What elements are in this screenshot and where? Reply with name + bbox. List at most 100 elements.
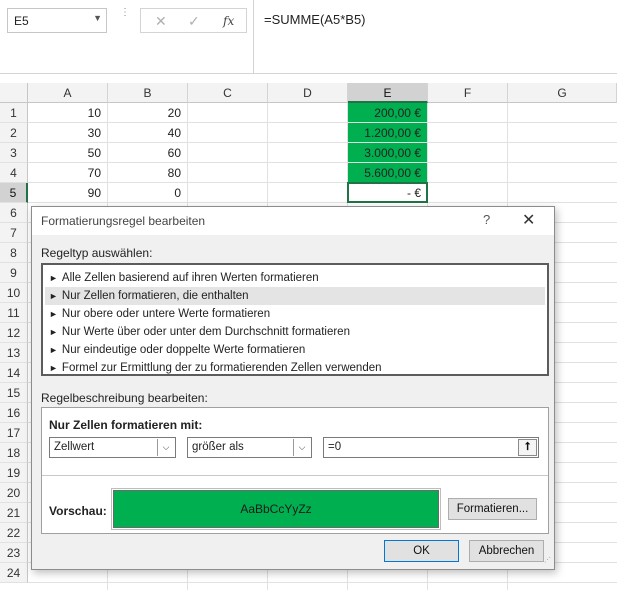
row-header-18[interactable]: 18 [0, 443, 28, 463]
divider [42, 475, 548, 476]
formula-input[interactable]: =SUMME(A5*B5) [253, 0, 617, 74]
cell-e2[interactable]: 1.200,00 € [348, 123, 427, 142]
cancel-button[interactable]: Abbrechen [469, 540, 544, 562]
row-header-11[interactable]: 11 [0, 303, 28, 323]
condition-field-select[interactable]: Zellwert ⌵ [49, 437, 176, 458]
row-header-6[interactable]: 6 [0, 203, 28, 223]
format-only-label: Nur Zellen formatieren mit: [49, 418, 203, 432]
edit-formatting-rule-dialog: Formatierungsregel bearbeiten ? ✕ Regelt… [31, 206, 555, 570]
rule-type-item[interactable]: ► Nur Werte über oder unter dem Durchschn… [45, 323, 545, 341]
row-header-17[interactable]: 17 [0, 423, 28, 443]
cell-a3[interactable]: 50 [28, 143, 107, 162]
formula-text: =SUMME(A5*B5) [264, 12, 366, 27]
rule-type-item[interactable]: ► Nur obere oder untere Werte formatieren [45, 305, 545, 323]
chevron-down-icon[interactable]: ⌵ [157, 439, 174, 456]
dialog-titlebar: Formatierungsregel bearbeiten ? ✕ [32, 207, 554, 235]
column-header-f[interactable]: F [428, 83, 508, 103]
operator-value: größer als [192, 441, 244, 453]
arrow-right-icon: ► [49, 327, 58, 337]
cell-b1[interactable]: 20 [108, 103, 187, 122]
row-header-19[interactable]: 19 [0, 463, 28, 483]
rule-description-panel: Nur Zellen formatieren mit: Zellwert ⌵ g… [41, 407, 549, 534]
cell-a4[interactable]: 70 [28, 163, 107, 182]
row-header-14[interactable]: 14 [0, 363, 28, 383]
cell-a5[interactable]: 90 [28, 183, 107, 202]
range-select-icon[interactable]: ⭡ [518, 439, 537, 456]
gridline [28, 202, 617, 203]
active-cell-border [347, 182, 428, 203]
arrow-right-icon: ► [49, 345, 58, 355]
cell-e3[interactable]: 3.000,00 € [348, 143, 427, 162]
arrow-right-icon: ► [49, 309, 58, 319]
cell-a2[interactable]: 30 [28, 123, 107, 142]
select-all-corner[interactable] [0, 83, 28, 103]
cell-b4[interactable]: 80 [108, 163, 187, 182]
cell-a1[interactable]: 10 [28, 103, 107, 122]
arrow-right-icon: ► [49, 273, 58, 283]
row-header-21[interactable]: 21 [0, 503, 28, 523]
rule-type-label: Regeltyp auswählen: [41, 246, 153, 260]
column-header-g[interactable]: G [508, 83, 617, 103]
rule-type-item[interactable]: ► Alle Zellen basierend auf ihren Werten … [45, 269, 545, 287]
row-header-1[interactable]: 1 [0, 103, 28, 123]
row-header-3[interactable]: 3 [0, 143, 28, 163]
column-header-a[interactable]: A [28, 83, 108, 103]
row-header-5[interactable]: 5 [0, 183, 28, 203]
row-header-2[interactable]: 2 [0, 123, 28, 143]
format-preview: AaBbCcYyZz [111, 488, 441, 530]
cancel-icon[interactable]: ✕ [155, 13, 167, 30]
cell-e4[interactable]: 5.600,00 € [348, 163, 427, 182]
row-header-20[interactable]: 20 [0, 483, 28, 503]
cell-b2[interactable]: 40 [108, 123, 187, 142]
row-header-8[interactable]: 8 [0, 243, 28, 263]
arrow-right-icon: ► [49, 363, 58, 373]
enter-icon[interactable]: ✓ [188, 13, 200, 30]
rule-type-item[interactable]: ► Formel zur Ermittlung der zu formatiere… [45, 359, 545, 377]
rule-type-label: Nur Werte über oder unter dem Durchschni… [61, 326, 350, 338]
rule-type-label: Nur eindeutige oder doppelte Werte forma… [61, 344, 306, 356]
column-header-d[interactable]: D [268, 83, 348, 103]
rule-type-item[interactable]: ► Nur eindeutige oder doppelte Werte form… [45, 341, 545, 359]
condition-field-value: Zellwert [54, 441, 95, 453]
operator-select[interactable]: größer als ⌵ [187, 437, 312, 458]
rule-type-label: Alle Zellen basierend auf ihren Werten f… [61, 272, 319, 284]
cell-b5[interactable]: 0 [108, 183, 187, 202]
row-header-23[interactable]: 23 [0, 543, 28, 563]
cell-e1[interactable]: 200,00 € [348, 103, 427, 122]
edit-description-label: Regelbeschreibung bearbeiten: [41, 391, 208, 405]
row-header-13[interactable]: 13 [0, 343, 28, 363]
drag-handle-icon[interactable]: ⋮ [120, 8, 130, 31]
gridline [28, 582, 617, 583]
row-header-16[interactable]: 16 [0, 403, 28, 423]
name-box[interactable]: E5 ▼ [7, 8, 107, 33]
chevron-down-icon[interactable]: ▼ [93, 13, 102, 23]
format-button[interactable]: Formatieren... [448, 498, 537, 520]
row-header-24[interactable]: 24 [0, 563, 28, 583]
row-header-7[interactable]: 7 [0, 223, 28, 243]
cell-b3[interactable]: 60 [108, 143, 187, 162]
rule-type-label: Formel zur Ermittlung der zu formatieren… [61, 362, 382, 374]
preview-label: Vorschau: [49, 504, 107, 518]
row-header-12[interactable]: 12 [0, 323, 28, 343]
chevron-down-icon[interactable]: ⌵ [293, 439, 310, 456]
formula-bar: E5 ▼ ⋮ ✕ ✓ fx =SUMME(A5*B5) [0, 0, 617, 74]
close-icon[interactable]: ✕ [522, 210, 535, 230]
row-header-10[interactable]: 10 [0, 283, 28, 303]
name-box-value: E5 [14, 14, 29, 28]
row-header-9[interactable]: 9 [0, 263, 28, 283]
insert-function-icon[interactable]: fx [223, 14, 234, 28]
column-header-c[interactable]: C [188, 83, 268, 103]
value-text: =0 [328, 441, 342, 453]
resize-grip-icon[interactable]: ⋰ [544, 557, 552, 567]
column-header-e[interactable]: E [348, 83, 428, 103]
row-header-15[interactable]: 15 [0, 383, 28, 403]
value-input[interactable]: =0 ⭡ [323, 437, 539, 458]
rule-type-item[interactable]: ► Nur Zellen formatieren, die enthalten [45, 287, 545, 305]
ok-button[interactable]: OK [384, 540, 459, 562]
column-header-b[interactable]: B [108, 83, 188, 103]
row-header-4[interactable]: 4 [0, 163, 28, 183]
rule-type-list[interactable]: ► Alle Zellen basierend auf ihren Werten … [41, 263, 549, 376]
dialog-title: Formatierungsregel bearbeiten [41, 214, 206, 228]
help-icon[interactable]: ? [483, 212, 490, 227]
row-header-22[interactable]: 22 [0, 523, 28, 543]
